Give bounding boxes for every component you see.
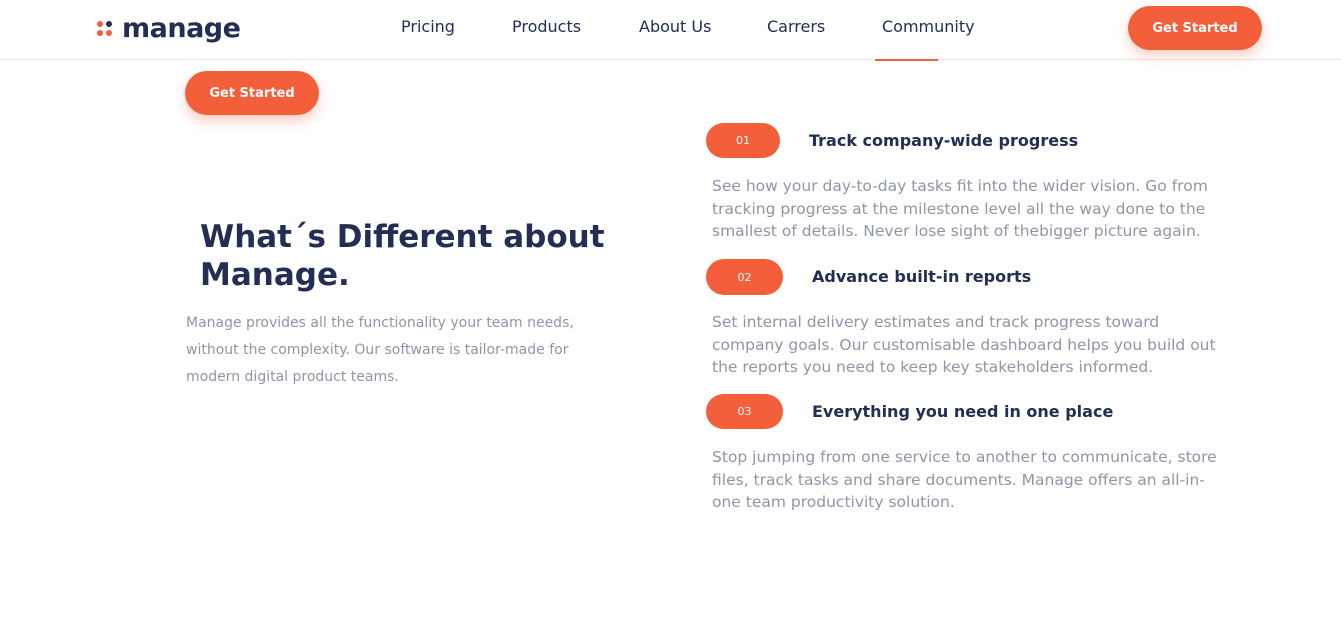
feature-title: Everything you need in one place [812, 402, 1114, 421]
nav-active-indicator [875, 59, 938, 61]
feature-item: 01 Track company-wide progress See how y… [706, 123, 1226, 253]
feature-number-badge: 03 [706, 394, 783, 429]
nav-link-pricing[interactable]: Pricing [401, 17, 455, 36]
hero-get-started-button[interactable]: Get Started [185, 71, 319, 115]
feature-text: Set internal delivery estimates and trac… [712, 313, 1216, 376]
feature-number-badge: 01 [706, 123, 780, 158]
feature-title: Track company-wide progress [809, 131, 1079, 150]
feature-text: See how your day-to-day tasks fit into t… [712, 177, 1208, 240]
feature-item: 02 Advance built-in reports Set internal… [706, 259, 1226, 389]
nav-link-community[interactable]: Community [882, 17, 975, 36]
nav-get-started-button[interactable]: Get Started [1128, 6, 1262, 50]
feature-title: Advance built-in reports [812, 267, 1032, 286]
navbar: manage Pricing Products About Us Carrers… [0, 0, 1341, 60]
nav-link-about-us[interactable]: About Us [639, 17, 711, 36]
feature-text: Stop jumping from one service to another… [712, 448, 1217, 511]
feature-item: 03 Everything you need in one place Stop… [706, 394, 1226, 524]
nav-link-careers[interactable]: Carrers [767, 17, 825, 36]
section-description: Manage provides all the functionality yo… [186, 315, 574, 385]
feature-number-badge: 02 [706, 259, 783, 295]
section-heading: What´s Different about Manage. [200, 219, 605, 293]
nav-link-products[interactable]: Products [512, 17, 581, 36]
